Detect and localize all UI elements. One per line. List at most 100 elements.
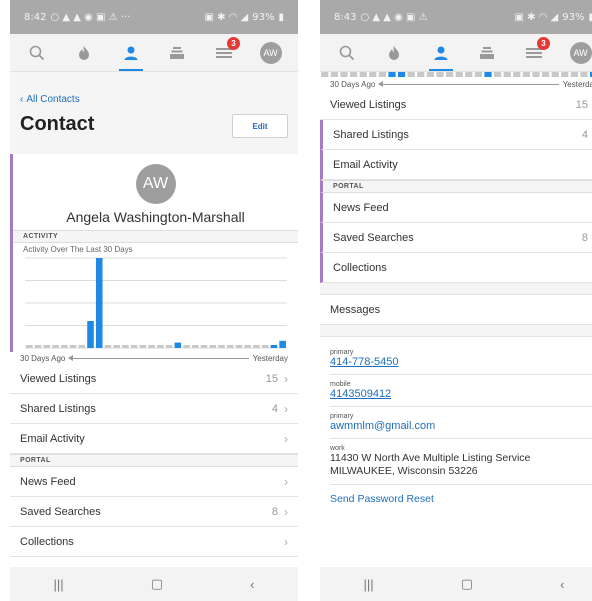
- list-item-messages[interactable]: Messages ›: [320, 295, 592, 325]
- list-item-saved-searches[interactable]: Saved Searches 8 ›: [320, 223, 592, 253]
- chart-bar-empty: [182, 345, 190, 348]
- list-item-news-feed[interactable]: News Feed ›: [320, 193, 592, 223]
- nav-search[interactable]: [327, 35, 367, 71]
- email-type-label: primary: [330, 413, 354, 420]
- chart-bar: [270, 345, 277, 348]
- send-password-reset-link[interactable]: Send Password Reset: [320, 485, 592, 513]
- edit-button[interactable]: Edit: [232, 114, 288, 138]
- nav-listings[interactable]: [467, 35, 507, 71]
- chart-bar-empty: [217, 345, 225, 348]
- recent-apps-icon[interactable]: |||: [54, 577, 64, 592]
- nav-listings[interactable]: [157, 35, 197, 71]
- chart-bar-empty: [522, 72, 530, 77]
- chart-bar-empty: [261, 345, 268, 348]
- chart-bar-empty: [513, 72, 521, 77]
- chart-bar-empty: [77, 345, 85, 348]
- nav-profile[interactable]: AW: [561, 35, 592, 71]
- phone-screen-left: 8:42 ○ ▲ ▲ ◉ ▣ ⚠ ··· ▣ ✱ ◠ ◢ 93% ▮ 3 AW: [10, 0, 298, 601]
- row-count: 8: [271, 505, 278, 518]
- chart-bar-empty: [147, 345, 155, 348]
- flame-icon: [78, 45, 89, 60]
- chart-bar-empty: [208, 345, 216, 348]
- contact-detail-view: ‹ All Contacts Contact Edit AW Angela Wa…: [10, 72, 298, 567]
- chart-bar-empty: [340, 72, 348, 77]
- chart-bar: [86, 321, 94, 348]
- nav-search[interactable]: [17, 35, 57, 71]
- list-item-viewed-listings[interactable]: Viewed Listings 15 ›: [10, 364, 298, 394]
- nav-contacts[interactable]: [111, 35, 151, 71]
- chart-bar-empty: [359, 72, 367, 77]
- list-item-shared-listings[interactable]: Shared Listings 4 ›: [320, 120, 592, 150]
- chart-bar-empty: [112, 345, 120, 348]
- list-item-email-activity[interactable]: Email Activity ›: [10, 424, 298, 454]
- person-icon: [124, 46, 138, 60]
- phone-link-mobile[interactable]: 4143509412: [330, 388, 592, 407]
- nav-contacts[interactable]: [421, 35, 461, 71]
- status-time: 8:42: [24, 11, 47, 23]
- chart-bar-empty: [235, 345, 242, 348]
- flame-icon: [388, 45, 399, 60]
- notification-badge: 3: [536, 36, 550, 50]
- axis-start-label: 30 Days Ago: [20, 353, 66, 363]
- row-label: Collections: [333, 261, 387, 274]
- nav-hot[interactable]: [374, 35, 414, 71]
- person-icon: [434, 46, 448, 60]
- chart-bar-empty: [436, 72, 444, 77]
- page-header: ‹ All Contacts Contact Edit: [10, 72, 298, 154]
- stack-icon: [480, 46, 495, 59]
- row-label: Email Activity: [20, 432, 85, 445]
- chevron-right-icon: ›: [284, 431, 288, 446]
- contact-avatar: AW: [135, 164, 176, 204]
- chart-bar-empty: [580, 72, 588, 77]
- list-item-collections[interactable]: Collections ›: [10, 527, 298, 557]
- row-label: Shared Listings: [20, 402, 96, 415]
- phone-screen-right: 8:43 ○ ▲ ▲ ◉ ▣ ⚠ ▣ ✱ ◠ ◢ 93% ▮ 3 AW 30 D…: [320, 0, 592, 601]
- chart-bar-empty: [465, 72, 473, 77]
- activity-chart: [24, 257, 287, 349]
- home-icon[interactable]: ▢: [151, 576, 163, 592]
- home-icon[interactable]: ▢: [461, 576, 473, 592]
- axis-start-label: 30 Days Ago: [330, 79, 376, 89]
- nav-hot[interactable]: [64, 35, 104, 71]
- chart-bar-empty: [494, 72, 502, 77]
- email-link[interactable]: awmmlm@gmail.com: [330, 420, 592, 439]
- list-item-saved-searches[interactable]: Saved Searches 8 ›: [10, 497, 298, 527]
- status-time: 8:43: [334, 11, 357, 23]
- notification-icons: ○ ▲ ▲ ◉ ▣ ⚠: [360, 11, 428, 23]
- activity-section-header: ACTIVITY: [13, 230, 298, 243]
- row-label: News Feed: [333, 201, 389, 214]
- nav-profile[interactable]: AW: [251, 35, 291, 71]
- address-line-2: MILWAUKEE, Wisconsin 53226: [330, 465, 478, 477]
- row-count: 4: [581, 128, 588, 141]
- chart-bar-empty: [330, 72, 338, 77]
- list-item-collections[interactable]: Collections ›: [320, 253, 592, 283]
- section-spacer: [320, 325, 592, 337]
- chart-axis: 30 Days Ago Yesterday: [10, 352, 298, 364]
- chart-bar-empty: [25, 345, 33, 348]
- back-icon[interactable]: ‹: [560, 577, 564, 592]
- chart-bar-empty: [455, 72, 463, 77]
- chart-bar: [398, 72, 406, 77]
- recent-apps-icon[interactable]: |||: [364, 577, 374, 592]
- chart-bar-empty: [60, 345, 68, 348]
- chevron-right-icon: ›: [284, 504, 288, 519]
- chart-bar-empty: [561, 72, 569, 77]
- nav-menu[interactable]: 3: [514, 35, 554, 71]
- back-icon[interactable]: ‹: [250, 577, 254, 592]
- list-item-news-feed[interactable]: News Feed ›: [10, 467, 298, 497]
- status-bar: 8:43 ○ ▲ ▲ ◉ ▣ ⚠ ▣ ✱ ◠ ◢ 93% ▮: [320, 0, 592, 34]
- back-link[interactable]: ‹ All Contacts: [20, 94, 288, 105]
- list-item-viewed-listings[interactable]: Viewed Listings 15 ›: [320, 90, 592, 120]
- nav-menu[interactable]: 3: [204, 35, 244, 71]
- app-nav-bar: 3 AW: [320, 34, 592, 72]
- list-item-shared-listings[interactable]: Shared Listings 4 ›: [10, 394, 298, 424]
- phone-link-primary[interactable]: 414-778-5450: [330, 356, 592, 375]
- chart-bar-empty: [156, 345, 164, 348]
- list-item-email-activity[interactable]: Email Activity ›: [320, 150, 592, 180]
- chart-bar-empty: [426, 72, 434, 77]
- chart-bar-empty: [34, 345, 41, 348]
- chart-bar: [95, 258, 103, 348]
- row-label: Viewed Listings: [330, 98, 407, 111]
- row-label: Shared Listings: [333, 128, 409, 141]
- chart-bar-empty: [369, 72, 377, 77]
